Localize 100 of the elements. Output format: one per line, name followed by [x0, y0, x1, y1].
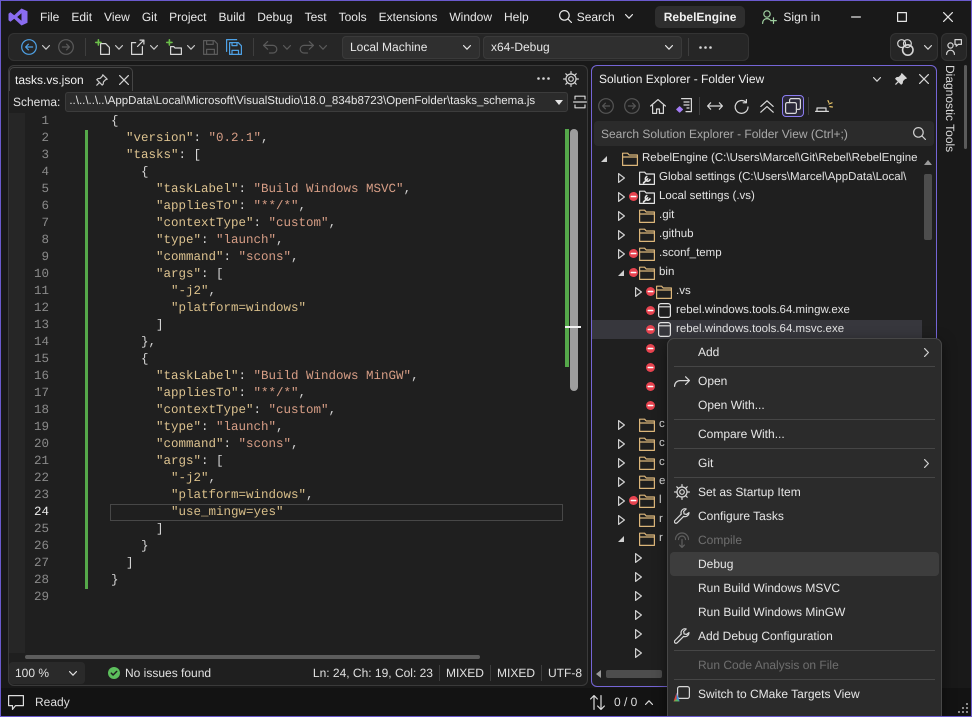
menu-item[interactable]: Tools: [332, 4, 373, 28]
pin-icon[interactable]: [96, 74, 108, 86]
menu-item[interactable]: View: [98, 4, 136, 28]
scrollbar-thumb[interactable]: [570, 129, 578, 391]
expander-icon[interactable]: [618, 458, 624, 468]
tree-item[interactable]: r: [615, 510, 663, 529]
menu-item[interactable]: Edit: [65, 4, 98, 28]
scrollbar-thumb[interactable]: [25, 655, 480, 659]
expander-icon[interactable]: [634, 628, 642, 638]
zoom-dropdown[interactable]: 100 %: [9, 662, 85, 684]
tree-item[interactable]: Global settings (C:\Users\Marcel\AppData\Local\: [615, 168, 906, 187]
expander-icon[interactable]: [618, 270, 624, 276]
tree-item[interactable]: bin: [615, 263, 674, 282]
expander-icon[interactable]: [634, 552, 642, 562]
new-project-button[interactable]: [92, 36, 126, 58]
expander-icon[interactable]: [618, 248, 624, 258]
menu-item[interactable]: Help: [498, 4, 535, 28]
search-button[interactable]: Search: [554, 4, 637, 28]
menu-item[interactable]: Compare With...: [670, 422, 939, 446]
show-all-files-button[interactable]: [782, 95, 804, 117]
expander-icon[interactable]: [618, 230, 624, 240]
toolbar-button[interactable]: [897, 36, 932, 58]
pin-icon[interactable]: [895, 73, 907, 85]
menu-item[interactable]: Switch to CMake Targets View: [670, 682, 939, 706]
close-icon[interactable]: [919, 74, 929, 84]
tree-item[interactable]: .vs: [632, 282, 691, 301]
schema-dropdown[interactable]: ..\..\..\..\AppData\Local\Microsoft\VisualStudio\18.0_834b8723\OpenFolder\tasks_schema.js: [65, 92, 568, 112]
expander-icon[interactable]: [634, 590, 642, 600]
menu-item[interactable]: Extensions: [372, 4, 444, 28]
back-button[interactable]: [18, 36, 53, 58]
tree-item[interactable]: r: [615, 529, 663, 548]
caret-icon[interactable]: [645, 700, 654, 704]
settings-icon[interactable]: [563, 70, 579, 86]
menu-item[interactable]: Run Build Windows MinGW: [670, 600, 939, 624]
scrollbar-thumb[interactable]: [606, 670, 662, 678]
expander-icon[interactable]: [618, 192, 624, 202]
expander-icon[interactable]: [618, 514, 624, 524]
menu-item[interactable]: Configure Tasks: [670, 504, 939, 528]
tree-item[interactable]: c: [615, 434, 665, 453]
tree-item[interactable]: RebelEngine (C:\Users\Marcel\Git\Rebel\RebelEngine: [598, 149, 918, 168]
sign-in-button[interactable]: Sign in: [762, 4, 820, 28]
menu-item[interactable]: Test: [298, 4, 333, 28]
expander-icon[interactable]: [618, 210, 624, 220]
editor-tab[interactable]: tasks.vs.json: [9, 67, 133, 91]
tree-item[interactable]: c: [615, 453, 665, 472]
tree-item[interactable]: .git: [615, 206, 674, 225]
expander-icon[interactable]: [618, 496, 624, 506]
issues-status[interactable]: No issues found: [125, 664, 212, 682]
tree-item[interactable]: e: [615, 472, 666, 491]
menu-item[interactable]: Add Debug Configuration: [670, 624, 939, 648]
expander-icon[interactable]: [634, 610, 642, 620]
scrollbar-thumb[interactable]: [924, 174, 932, 240]
tree-item[interactable]: l: [615, 491, 662, 510]
menu-item[interactable]: Window: [443, 4, 498, 28]
caret-position[interactable]: Ln: 24, Ch: 19, Col: 23: [312, 664, 433, 682]
tree-item[interactable]: Local settings (.vs): [615, 187, 755, 206]
menu-item[interactable]: Open With...: [670, 393, 939, 417]
menu-item[interactable]: Git: [136, 4, 164, 28]
menu-item[interactable]: Git: [670, 451, 939, 475]
save-all-button[interactable]: [223, 36, 245, 58]
expander-icon[interactable]: [634, 572, 642, 582]
expander-icon[interactable]: [618, 536, 624, 542]
menu-item[interactable]: Add: [670, 340, 939, 364]
tree-item[interactable]: rebel.windows.tools.64.msvc.exe: [632, 320, 844, 339]
menu-item[interactable]: Project: [163, 4, 213, 28]
add-item-button[interactable]: [163, 36, 198, 58]
ellipsis-icon[interactable]: [537, 77, 550, 80]
status-field[interactable]: UTF-8: [548, 664, 582, 682]
menu-item[interactable]: Run Build Windows MSVC: [670, 576, 939, 600]
expander-icon[interactable]: [618, 476, 624, 486]
tree-item[interactable]: c: [615, 415, 665, 434]
expander-icon[interactable]: [601, 156, 607, 162]
status-field[interactable]: MIXED: [496, 664, 535, 682]
menu-item[interactable]: Build: [212, 4, 252, 28]
tree-item[interactable]: .sconf_temp: [615, 244, 722, 263]
expander-icon[interactable]: [618, 420, 624, 430]
caret-icon[interactable]: [873, 76, 881, 82]
expander-icon[interactable]: [634, 648, 642, 658]
menu-item[interactable]: Debug: [251, 4, 299, 28]
scroll-left-arrow-icon[interactable]: [596, 670, 601, 678]
menu-item[interactable]: Open: [670, 369, 939, 393]
status-field[interactable]: MIXED: [446, 664, 484, 682]
configuration-dropdown[interactable]: x64-Debug: [483, 36, 682, 58]
feedback-button[interactable]: [946, 36, 962, 58]
up-down-arrows-icon[interactable]: [590, 694, 605, 710]
menu-item[interactable]: Set as Startup Item: [670, 480, 939, 504]
split-icon[interactable]: [573, 95, 587, 109]
side-tab[interactable]: Diagnostic Tools: [943, 65, 957, 152]
expander-icon[interactable]: [618, 172, 624, 182]
changes-count[interactable]: 0 / 0: [614, 693, 638, 711]
expander-icon[interactable]: [618, 438, 624, 448]
search-field[interactable]: Search Solution Explorer - Folder View (Ctrl+;): [594, 121, 934, 146]
tree-item[interactable]: rebel.windows.tools.64.mingw.exe: [632, 301, 850, 320]
menu-item[interactable]: Debug: [670, 552, 939, 576]
scroll-up-arrow-icon[interactable]: [924, 160, 932, 165]
target-dropdown[interactable]: Local Machine: [342, 36, 480, 58]
menu-item[interactable]: File: [34, 4, 66, 28]
tree-item[interactable]: .github: [615, 225, 694, 244]
comment-icon[interactable]: [8, 694, 24, 710]
close-icon[interactable]: [118, 74, 129, 84]
